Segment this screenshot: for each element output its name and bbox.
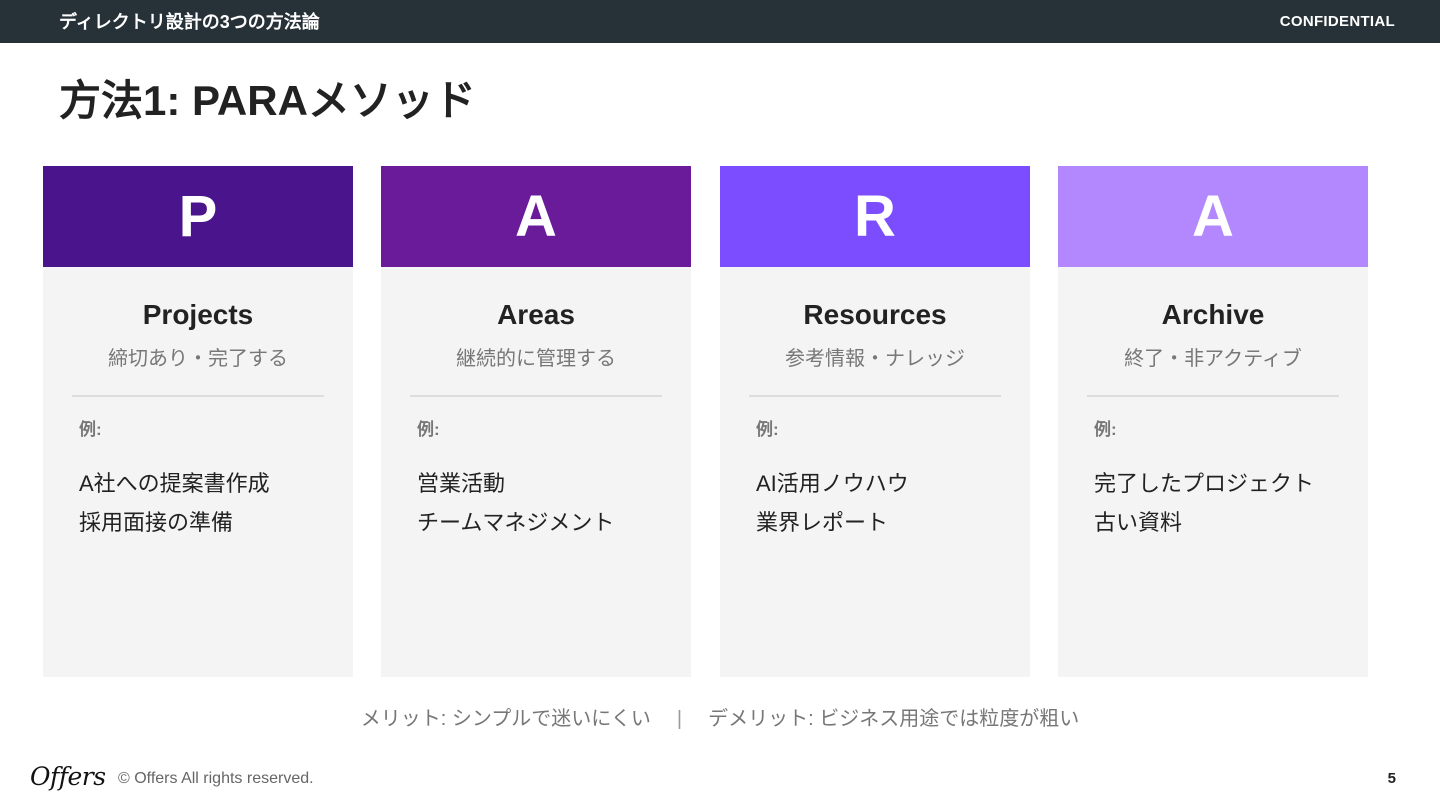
slide-title: 方法1: PARAメソッド: [59, 77, 476, 124]
card-description: 終了・非アクティブ: [1124, 348, 1302, 370]
page-number: 5: [1387, 770, 1396, 787]
example-item: チームマネジメント: [417, 510, 615, 535]
card-areas: A Areas 継続的に管理する 例: 営業活動 チームマネジメント: [381, 166, 691, 677]
letter-band: A: [1058, 166, 1368, 267]
card-name: Areas: [497, 299, 575, 330]
deck-title: ディレクトリ設計の3つの方法論: [59, 12, 320, 32]
confidential-label: CONFIDENTIAL: [1279, 13, 1395, 30]
demerit-text: デメリット: ビジネス用途では粒度が粗い: [708, 708, 1080, 730]
example-item: AI活用ノウハウ: [756, 471, 909, 496]
example-item: 採用面接の準備: [79, 510, 234, 535]
examples-list: 営業活動 チームマネジメント: [417, 464, 614, 542]
card-letter: P: [178, 183, 218, 249]
example-item: A社への提案書作成: [79, 471, 270, 496]
card-name: Projects: [142, 299, 254, 330]
card-divider: [410, 395, 662, 397]
card-letter: A: [515, 183, 557, 249]
card-resources: R Resources 参考情報・ナレッジ 例: AI活用ノウハウ 業界レポート: [720, 166, 1030, 677]
examples-label: 例:: [1094, 420, 1117, 439]
examples-list: AI活用ノウハウ 業界レポート: [756, 464, 909, 542]
merit-text: メリット: シンプルで迷いにくい: [360, 708, 651, 730]
examples-label: 例:: [79, 420, 102, 439]
letter-band: R: [720, 166, 1030, 267]
top-bar: ディレクトリ設計の3つの方法論 CONFIDENTIAL: [0, 0, 1440, 43]
card-divider: [749, 395, 1001, 397]
card-letter: R: [854, 183, 896, 249]
letter-band: A: [381, 166, 691, 267]
offers-logo: Offers: [30, 762, 106, 791]
summary-separator: |: [676, 708, 683, 730]
card-archive: A Archive 終了・非アクティブ 例: 完了したプロジェクト 古い資料: [1058, 166, 1368, 677]
card-name: Archive: [1161, 299, 1265, 330]
example-item: 古い資料: [1094, 510, 1183, 535]
example-item: 完了したプロジェクト: [1094, 471, 1315, 496]
copyright-text: © Offers All rights reserved.: [118, 770, 314, 787]
card-name: Resources: [803, 299, 947, 330]
summary-line: メリット: シンプルで迷いにくい | デメリット: ビジネス用途では粒度が粗い: [0, 706, 1440, 732]
examples-label: 例:: [756, 420, 779, 439]
example-item: 業界レポート: [756, 510, 889, 535]
card-projects: P Projects 締切あり・完了する 例: A社への提案書作成 採用面接の準…: [43, 166, 353, 677]
card-description: 参考情報・ナレッジ: [785, 348, 965, 370]
card-divider: [1087, 395, 1339, 397]
example-item: 営業活動: [417, 471, 506, 496]
card-description: 継続的に管理する: [456, 348, 616, 370]
letter-band: P: [43, 166, 353, 267]
card-description: 締切あり・完了する: [108, 348, 288, 370]
examples-list: 完了したプロジェクト 古い資料: [1094, 464, 1314, 542]
card-divider: [72, 395, 324, 397]
card-letter: A: [1192, 183, 1234, 249]
examples-list: A社への提案書作成 採用面接の準備: [79, 464, 270, 542]
examples-label: 例:: [417, 420, 440, 439]
